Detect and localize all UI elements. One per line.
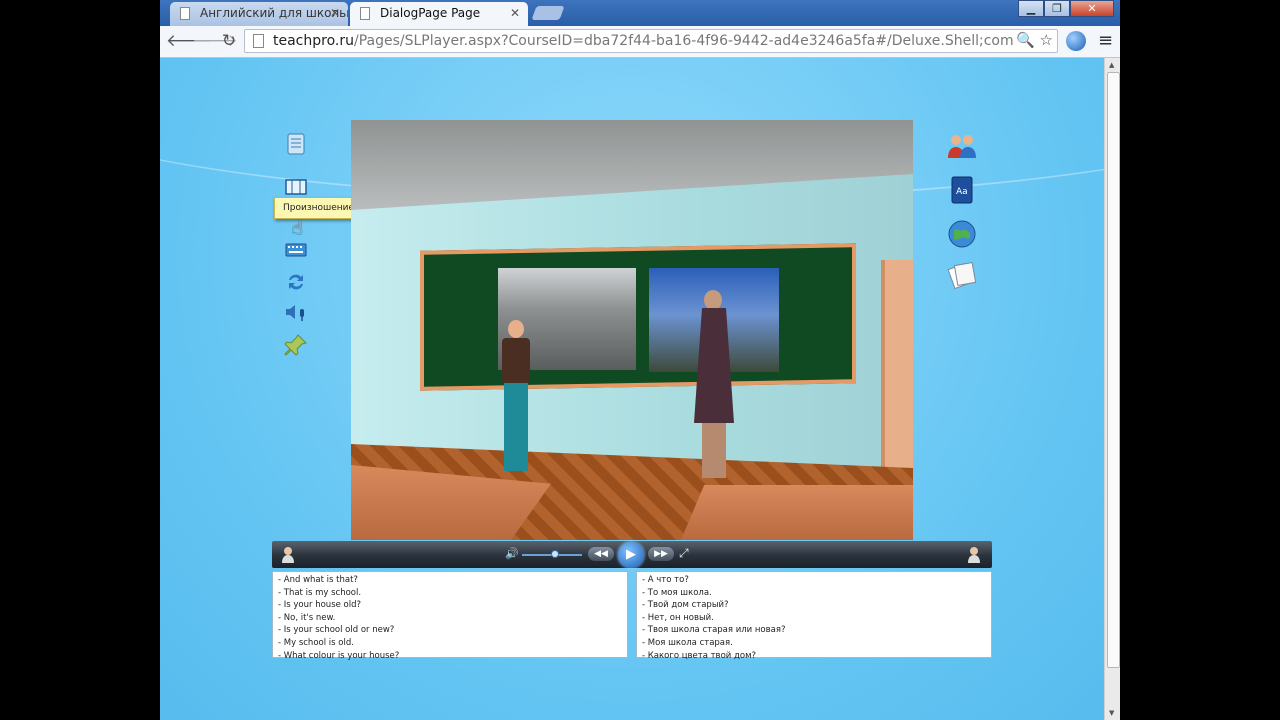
- teacher-character: [686, 290, 741, 480]
- transcript-line[interactable]: - Is your school old or new?: [278, 624, 627, 637]
- hand-cursor-icon: ☝: [292, 218, 303, 239]
- transcript-line[interactable]: - То моя школа.: [642, 587, 991, 600]
- close-tab-icon[interactable]: ✕: [330, 2, 340, 24]
- english-transcript: - And what is that? - That is my school.…: [272, 571, 628, 661]
- transcript-line[interactable]: - Нет, он новый.: [642, 612, 991, 625]
- address-bar[interactable]: teachpro.ru/Pages/SLPlayer.aspx?CourseID…: [244, 29, 1058, 53]
- people-icon[interactable]: [946, 130, 978, 162]
- volume-icon[interactable]: 🔊: [505, 547, 519, 560]
- restore-button[interactable]: ❐: [1044, 0, 1070, 17]
- filmstrip-icon[interactable]: [284, 175, 308, 199]
- vertical-scrollbar[interactable]: ▲ ▼: [1104, 58, 1120, 720]
- omnibox-actions: 🔍 ☆: [1016, 31, 1053, 49]
- text-list-icon[interactable]: [284, 132, 308, 156]
- menu-icon[interactable]: ≡: [1098, 30, 1113, 51]
- dictionary-icon[interactable]: Aa: [946, 174, 978, 206]
- forward-button[interactable]: 🡒: [192, 30, 238, 52]
- pronunciation-tooltip: Произношение: [274, 197, 364, 219]
- transcript-line[interactable]: - My school is old.: [278, 637, 627, 650]
- speaker-mic-icon[interactable]: [284, 300, 308, 324]
- tab-title: Английский для школьн: [200, 6, 348, 20]
- screen: Английский для школьн ✕ DialogPage Page …: [0, 0, 1280, 720]
- transcript-line[interactable]: - Моя школа старая.: [642, 637, 991, 650]
- notes-icon[interactable]: [946, 258, 978, 290]
- fast-forward-button[interactable]: ▶▶: [648, 547, 674, 561]
- bookmark-star-icon[interactable]: ☆: [1040, 31, 1053, 49]
- browser-toolbar: 🡐 🡒 ↻ teachpro.ru/Pages/SLPlayer.aspx?Co…: [160, 26, 1120, 58]
- scroll-down-arrow-icon[interactable]: ▼: [1109, 709, 1114, 717]
- reload-button[interactable]: ↻: [218, 30, 240, 52]
- media-player-bar: 🔊 ◀◀ ▶ ▶▶ ⤢: [272, 541, 992, 568]
- fullscreen-icon[interactable]: ⤢: [679, 546, 689, 561]
- classroom-door: [881, 260, 913, 500]
- minimize-button[interactable]: ▁: [1018, 0, 1044, 17]
- tab-strip: Английский для школьн ✕ DialogPage Page …: [160, 0, 1120, 26]
- url-text: teachpro.ru/Pages/SLPlayer.aspx?CourseID…: [273, 33, 1013, 49]
- transcript-line[interactable]: - No, it's new.: [278, 612, 627, 625]
- page-icon: [180, 7, 190, 20]
- tab-dialogpage[interactable]: DialogPage Page ✕: [350, 2, 528, 26]
- new-tab-button[interactable]: [531, 6, 565, 20]
- boy-character: [496, 320, 536, 475]
- page-content: Произношение ☝ Aa 🔊 ◀◀ ▶ ▶▶ ⤢ - And what…: [160, 58, 1104, 720]
- chalkboard: [420, 243, 856, 391]
- transcript-line[interactable]: - Is your house old?: [278, 599, 627, 612]
- rewind-button[interactable]: ◀◀: [588, 547, 614, 561]
- transcript-line[interactable]: - That is my school.: [278, 587, 627, 600]
- speaker-left-avatar-icon[interactable]: [280, 545, 296, 563]
- russian-transcript: - А что то? - То моя школа. - Твой дом с…: [636, 571, 992, 661]
- back-button[interactable]: 🡐: [166, 30, 212, 52]
- refresh-icon[interactable]: [284, 270, 308, 294]
- dialog-video-scene[interactable]: [351, 120, 913, 540]
- svg-text:Aa: Aa: [956, 187, 968, 197]
- scroll-up-arrow-icon[interactable]: ▲: [1109, 61, 1114, 69]
- scrollbar-thumb[interactable]: [1107, 72, 1120, 668]
- close-tab-icon[interactable]: ✕: [510, 2, 520, 24]
- desk-right: [681, 485, 913, 540]
- transcript-line[interactable]: - Твой дом старый?: [642, 599, 991, 612]
- close-window-button[interactable]: ✕: [1070, 0, 1114, 17]
- transcript-line[interactable]: - And what is that?: [278, 574, 627, 587]
- transcript-line[interactable]: - Твоя школа старая или новая?: [642, 624, 991, 637]
- volume-slider-knob[interactable]: [551, 550, 559, 558]
- transcript-line[interactable]: - What colour is your house?: [278, 650, 627, 663]
- extension-globe-icon[interactable]: [1066, 31, 1086, 51]
- globe-icon[interactable]: [946, 218, 978, 250]
- tab-title: DialogPage Page: [380, 6, 481, 20]
- transcript-line[interactable]: - А что то?: [642, 574, 991, 587]
- transcript-line[interactable]: - Какого цвета твой дом?: [642, 650, 991, 663]
- browser-window: Английский для школьн ✕ DialogPage Page …: [160, 0, 1120, 720]
- window-controls: ▁ ❐ ✕: [1018, 0, 1114, 18]
- tab-english-for-schoolchildren[interactable]: Английский для школьн ✕: [170, 2, 348, 26]
- page-icon: [360, 7, 370, 20]
- play-button[interactable]: ▶: [618, 542, 644, 568]
- search-icon[interactable]: 🔍: [1016, 31, 1035, 49]
- speaker-right-avatar-icon[interactable]: [966, 545, 982, 563]
- pushpin-icon[interactable]: [284, 333, 308, 357]
- keyboard-icon[interactable]: [284, 238, 308, 262]
- page-icon: [253, 34, 264, 48]
